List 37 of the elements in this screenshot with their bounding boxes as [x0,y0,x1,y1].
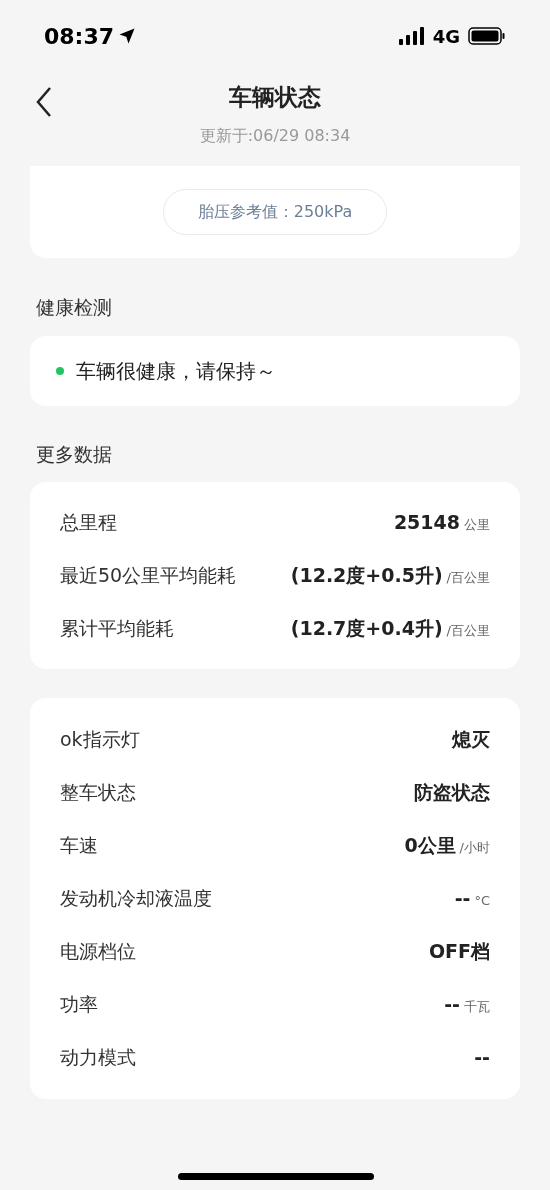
battery-icon [468,27,506,45]
updated-time: 更新于:06/29 08:34 [199,125,351,147]
row-label: 发动机冷却液温度 [60,886,212,912]
unit-label: 公里 [464,516,490,535]
row-value: -- [454,886,471,912]
row-value: 防盗状态 [414,780,490,806]
row-label: 累计平均能耗 [60,616,174,642]
page-title: 车辆状态 [229,83,321,112]
section-title: 健康检测 [36,295,113,320]
unit-label: /小时 [459,839,490,858]
row-label: 最近50公里平均能耗 [60,563,237,589]
row-value: (12.7度+0.4升) [290,616,443,642]
clock-time: 08:37 [44,22,115,51]
unit-label: /百公里 [446,569,490,588]
row-label: 电源档位 [60,939,136,965]
row-value: (12.2度+0.5升) [290,563,443,589]
network-label: 4G [432,24,460,49]
row-value: -- [474,1045,490,1071]
section-title: 更多数据 [36,441,113,467]
row-label: 车速 [60,833,98,859]
back-chevron-icon [34,86,54,118]
unit-label: /百公里 [446,622,490,641]
unit-label: °C [474,892,490,911]
row-label: 功率 [60,992,98,1018]
unit-label: 千瓦 [464,998,490,1017]
location-arrow-icon [118,27,137,45]
row-label: 总里程 [60,510,117,536]
row-label: 整车状态 [60,780,136,806]
row-value: 0公里 [404,833,456,859]
row-label: ok指示灯 [60,727,140,753]
row-value: 25148 [393,510,460,536]
signal-icon [398,27,425,45]
row-label: 动力模式 [60,1045,136,1071]
row-value: 熄灭 [452,727,490,753]
row-value: OFF档 [428,939,490,965]
row-value: -- [444,992,460,1018]
health-status: 车辆很健康，请保持～ [76,357,276,385]
